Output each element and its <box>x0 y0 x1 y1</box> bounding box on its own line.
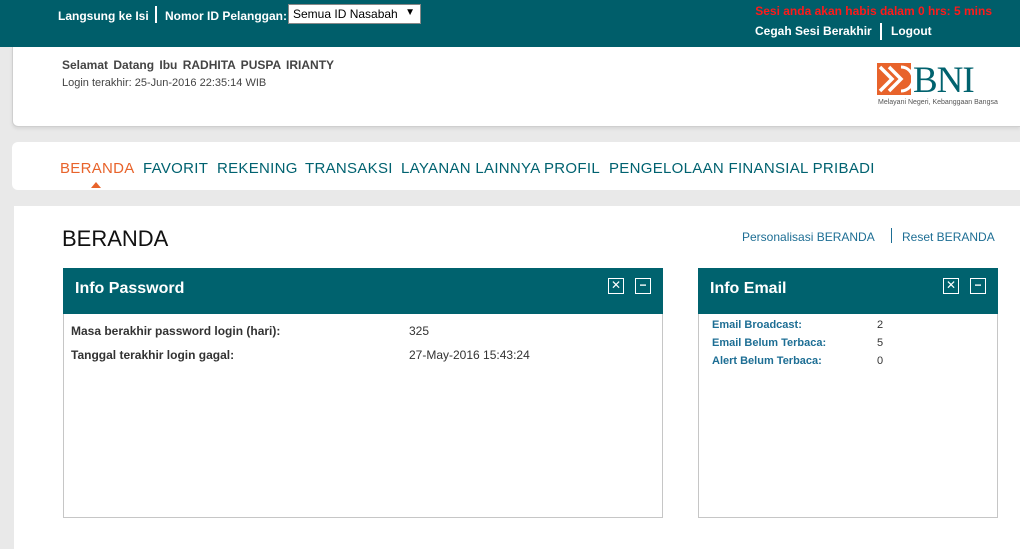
nav-item-layanan-lainnya[interactable]: LAYANAN LAINNYA <box>401 160 541 177</box>
customer-id-selected-value: Semua ID Nasabah <box>293 7 398 21</box>
list-item: Alert Belum Terbaca: 0 <box>712 355 992 369</box>
row-label: Tanggal terakhir login gagal: <box>71 348 235 362</box>
close-icon[interactable]: ✕ <box>943 278 959 294</box>
row-value: 0 <box>877 355 884 367</box>
table-row: Tanggal terakhir login gagal: 27-May-201… <box>71 348 651 364</box>
page-title: BERANDA <box>62 226 169 251</box>
prevent-session-end-link[interactable]: Cegah Sesi Berakhir <box>755 24 872 38</box>
customer-id-label: Nomor ID Pelanggan: <box>165 9 288 23</box>
panel-title: Info Password <box>75 280 185 297</box>
nav-item-beranda[interactable]: BERANDA <box>60 160 135 177</box>
row-label: Masa berakhir password login (hari): <box>71 324 281 338</box>
customer-id-select[interactable]: Semua ID Nasabah ▼ <box>288 4 421 24</box>
info-password-panel: Info Password ✕ − Masa berakhir password… <box>63 268 663 518</box>
bni-logo: BNI Melayani Negeri, Kebanggaan Bangsa <box>877 60 1001 109</box>
panel-header: Info Email ✕ − <box>698 268 998 314</box>
last-login-text: Login terakhir: 25-Jun-2016 22:35:14 WIB <box>62 77 267 89</box>
minimize-icon[interactable]: − <box>970 278 986 294</box>
list-item: Email Broadcast: 2 <box>712 319 992 333</box>
main-content: BERANDA Personalisasi BERANDA Reset BERA… <box>14 206 1020 549</box>
divider <box>891 228 892 243</box>
email-broadcast-link[interactable]: Email Broadcast: <box>712 319 802 331</box>
nav-item-transaksi[interactable]: TRANSAKSI <box>305 160 393 177</box>
panel-title: Info Email <box>710 280 787 297</box>
close-icon[interactable]: ✕ <box>608 278 624 294</box>
nav-item-pengelolaan-finansial-pribadi[interactable]: PENGELOLAAN FINANSIAL PRIBADI <box>609 160 875 177</box>
nav-item-rekening[interactable]: REKENING <box>217 160 298 177</box>
unread-email-link[interactable]: Email Belum Terbaca: <box>712 337 826 349</box>
main-navigation: BERANDA FAVORIT REKENING TRANSAKSI LAYAN… <box>12 142 1020 190</box>
bni-logo-tagline: Melayani Negeri, Kebanggaan Bangsa <box>878 99 998 106</box>
logout-link[interactable]: Logout <box>891 24 932 38</box>
unread-alert-link[interactable]: Alert Belum Terbaca: <box>712 355 822 367</box>
top-bar: Langsung ke Isi Nomor ID Pelanggan: Semu… <box>0 0 1020 47</box>
list-item: Email Belum Terbaca: 5 <box>712 337 992 351</box>
divider <box>155 6 157 23</box>
info-email-panel: Info Email ✕ − Email Broadcast: 2 Email … <box>698 268 998 518</box>
session-timeout-notice: Sesi anda akan habis dalam 0 hrs: 5 mins <box>755 4 992 18</box>
table-row: Masa berakhir password login (hari): 325 <box>71 324 651 340</box>
row-value: 2 <box>877 319 884 331</box>
welcome-header: Selamat Datang Ibu RADHITA PUSPA IRIANTY… <box>12 47 1020 127</box>
nav-item-profil[interactable]: PROFIL <box>544 160 600 177</box>
panel-header: Info Password ✕ − <box>63 268 663 314</box>
bni-logo-mark-icon <box>877 63 911 95</box>
personalize-beranda-link[interactable]: Personalisasi BERANDA <box>742 230 875 244</box>
active-indicator-icon <box>91 182 101 188</box>
row-value: 27-May-2016 15:43:24 <box>409 348 530 362</box>
divider <box>880 23 882 40</box>
row-value: 325 <box>409 324 430 338</box>
row-value: 5 <box>877 337 884 349</box>
welcome-text: Selamat Datang Ibu RADHITA PUSPA IRIANTY <box>62 58 335 72</box>
nav-item-favorit[interactable]: FAVORIT <box>143 160 208 177</box>
reset-beranda-link[interactable]: Reset BERANDA <box>902 230 995 244</box>
minimize-icon[interactable]: − <box>635 278 651 294</box>
skip-to-content-link[interactable]: Langsung ke Isi <box>58 9 149 23</box>
chevron-down-icon: ▼ <box>405 7 415 18</box>
bni-logo-text: BNI <box>913 60 975 101</box>
